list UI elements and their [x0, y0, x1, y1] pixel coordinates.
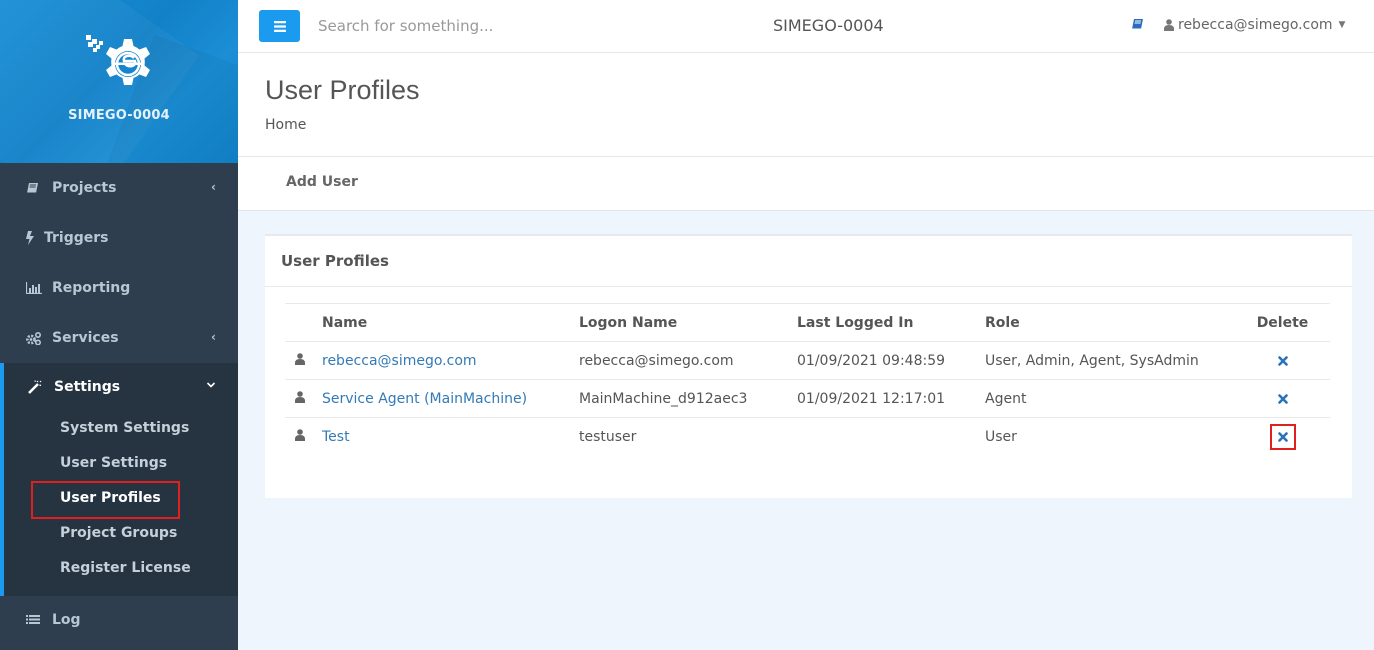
breadcrumb-home[interactable]: Home: [265, 117, 306, 133]
column-header-name: Name: [322, 303, 579, 342]
role-cell: User, Admin, Agent, SysAdmin: [985, 341, 1235, 380]
logon-name-cell: testuser: [579, 428, 637, 445]
table-row: Service Agent (MainMachine) MainMachine_…: [285, 379, 1330, 418]
user-profiles-table: Name Logon Name Last Logged In Role Dele…: [285, 303, 1330, 456]
sidebar-item-label: Log: [52, 612, 81, 628]
magic-wand-icon: [28, 380, 46, 394]
column-header-icon: [285, 303, 322, 342]
user-icon: [295, 352, 305, 369]
brand-header: SIMEGO-0004: [0, 0, 238, 163]
book-icon: [26, 182, 44, 195]
close-icon: [1277, 431, 1288, 442]
sidebar-item-label: Triggers: [44, 230, 109, 246]
user-email: rebecca@simego.com: [1178, 17, 1333, 33]
close-icon: [1277, 355, 1288, 366]
sidebar-subitem-project-groups[interactable]: Project Groups: [4, 516, 238, 551]
sidebar-subitem-register-license[interactable]: Register License: [4, 551, 238, 586]
delete-user-button[interactable]: [1270, 386, 1296, 412]
column-header-last-logged-in: Last Logged In: [797, 303, 985, 342]
user-name-link[interactable]: Service Agent (MainMachine): [322, 391, 527, 407]
page-header: User Profiles Home: [238, 53, 1374, 157]
sidebar-item-label: Reporting: [52, 280, 131, 296]
table-header-row: Name Logon Name Last Logged In Role Dele…: [285, 303, 1330, 342]
role-cell: Agent: [985, 379, 1235, 418]
user-profiles-panel: User Profiles Name Logon Name Last Logge…: [265, 234, 1352, 498]
table-row: Test testuser User: [285, 418, 1330, 456]
sidebar-item-label: Services: [52, 330, 119, 346]
user-name-link[interactable]: rebecca@simego.com: [322, 353, 477, 369]
list-icon: [26, 614, 44, 626]
sidebar-item-settings[interactable]: Settings: [4, 363, 238, 411]
sidebar-item-label: Settings: [54, 379, 121, 395]
chevron-left-icon: ‹: [211, 330, 216, 344]
panel-title: User Profiles: [265, 236, 1352, 287]
column-header-logon-name: Logon Name: [579, 303, 797, 342]
user-icon: [295, 428, 305, 445]
chevron-left-icon: ‹: [211, 180, 216, 194]
sidebar: SIMEGO-0004 Projects ‹ Triggers Reportin…: [0, 0, 238, 650]
simego-gear-logo-icon: [86, 35, 150, 85]
documentation-book-icon[interactable]: [1131, 18, 1144, 35]
cogs-icon: [26, 331, 44, 345]
sidebar-item-label: Projects: [52, 180, 117, 196]
bar-chart-icon: [26, 282, 44, 294]
brand-name: SIMEGO-0004: [68, 108, 170, 123]
logon-name-cell: MainMachine_d912aec3: [579, 379, 797, 418]
column-header-delete: Delete: [1235, 303, 1330, 342]
add-user-button[interactable]: Add User: [286, 174, 358, 190]
sidebar-item-projects[interactable]: Projects ‹: [0, 163, 238, 213]
sidebar-item-reporting[interactable]: Reporting: [0, 263, 238, 313]
delete-user-button[interactable]: [1270, 348, 1296, 374]
sidebar-subitem-user-settings[interactable]: User Settings: [4, 446, 238, 481]
chevron-down-icon: [206, 378, 216, 392]
user-icon: [1164, 19, 1174, 31]
last-logged-in-cell: [797, 418, 985, 456]
settings-section: Settings System Settings User Settings U…: [0, 363, 238, 596]
sidebar-subitem-system-settings[interactable]: System Settings: [4, 411, 238, 446]
table-row: rebecca@simego.com rebecca@simego.com 01…: [285, 341, 1330, 380]
caret-down-icon: ▼: [1338, 20, 1346, 30]
bolt-icon: [26, 231, 36, 245]
user-name-link[interactable]: Test: [322, 429, 350, 445]
column-header-role: Role: [985, 303, 1235, 342]
sidebar-item-triggers[interactable]: Triggers: [0, 213, 238, 263]
last-logged-in-cell: 01/09/2021 09:48:59: [797, 341, 985, 380]
user-icon: [295, 390, 305, 407]
logon-name-cell: rebecca@simego.com: [579, 341, 797, 380]
sidebar-item-services[interactable]: Services ‹: [0, 313, 238, 363]
action-bar: Add User: [238, 157, 1374, 211]
search-input[interactable]: [318, 12, 618, 40]
page-title: User Profiles: [265, 75, 420, 105]
instance-title: SIMEGO-0004: [773, 16, 884, 35]
menu-toggle-button[interactable]: [259, 10, 300, 42]
last-logged-in-cell: 01/09/2021 12:17:01: [797, 379, 985, 418]
role-cell: User: [985, 428, 1017, 445]
delete-user-button[interactable]: [1269, 423, 1296, 450]
sidebar-subitem-user-profiles[interactable]: User Profiles: [4, 481, 238, 519]
sidebar-subitem-label: User Profiles: [60, 490, 161, 506]
user-menu-dropdown[interactable]: rebecca@simego.com ▼: [1164, 17, 1345, 33]
hamburger-icon: [273, 20, 286, 32]
top-navbar: SIMEGO-0004 rebecca@simego.com ▼: [238, 0, 1374, 53]
sidebar-item-log[interactable]: Log: [0, 596, 238, 644]
close-icon: [1277, 393, 1288, 404]
